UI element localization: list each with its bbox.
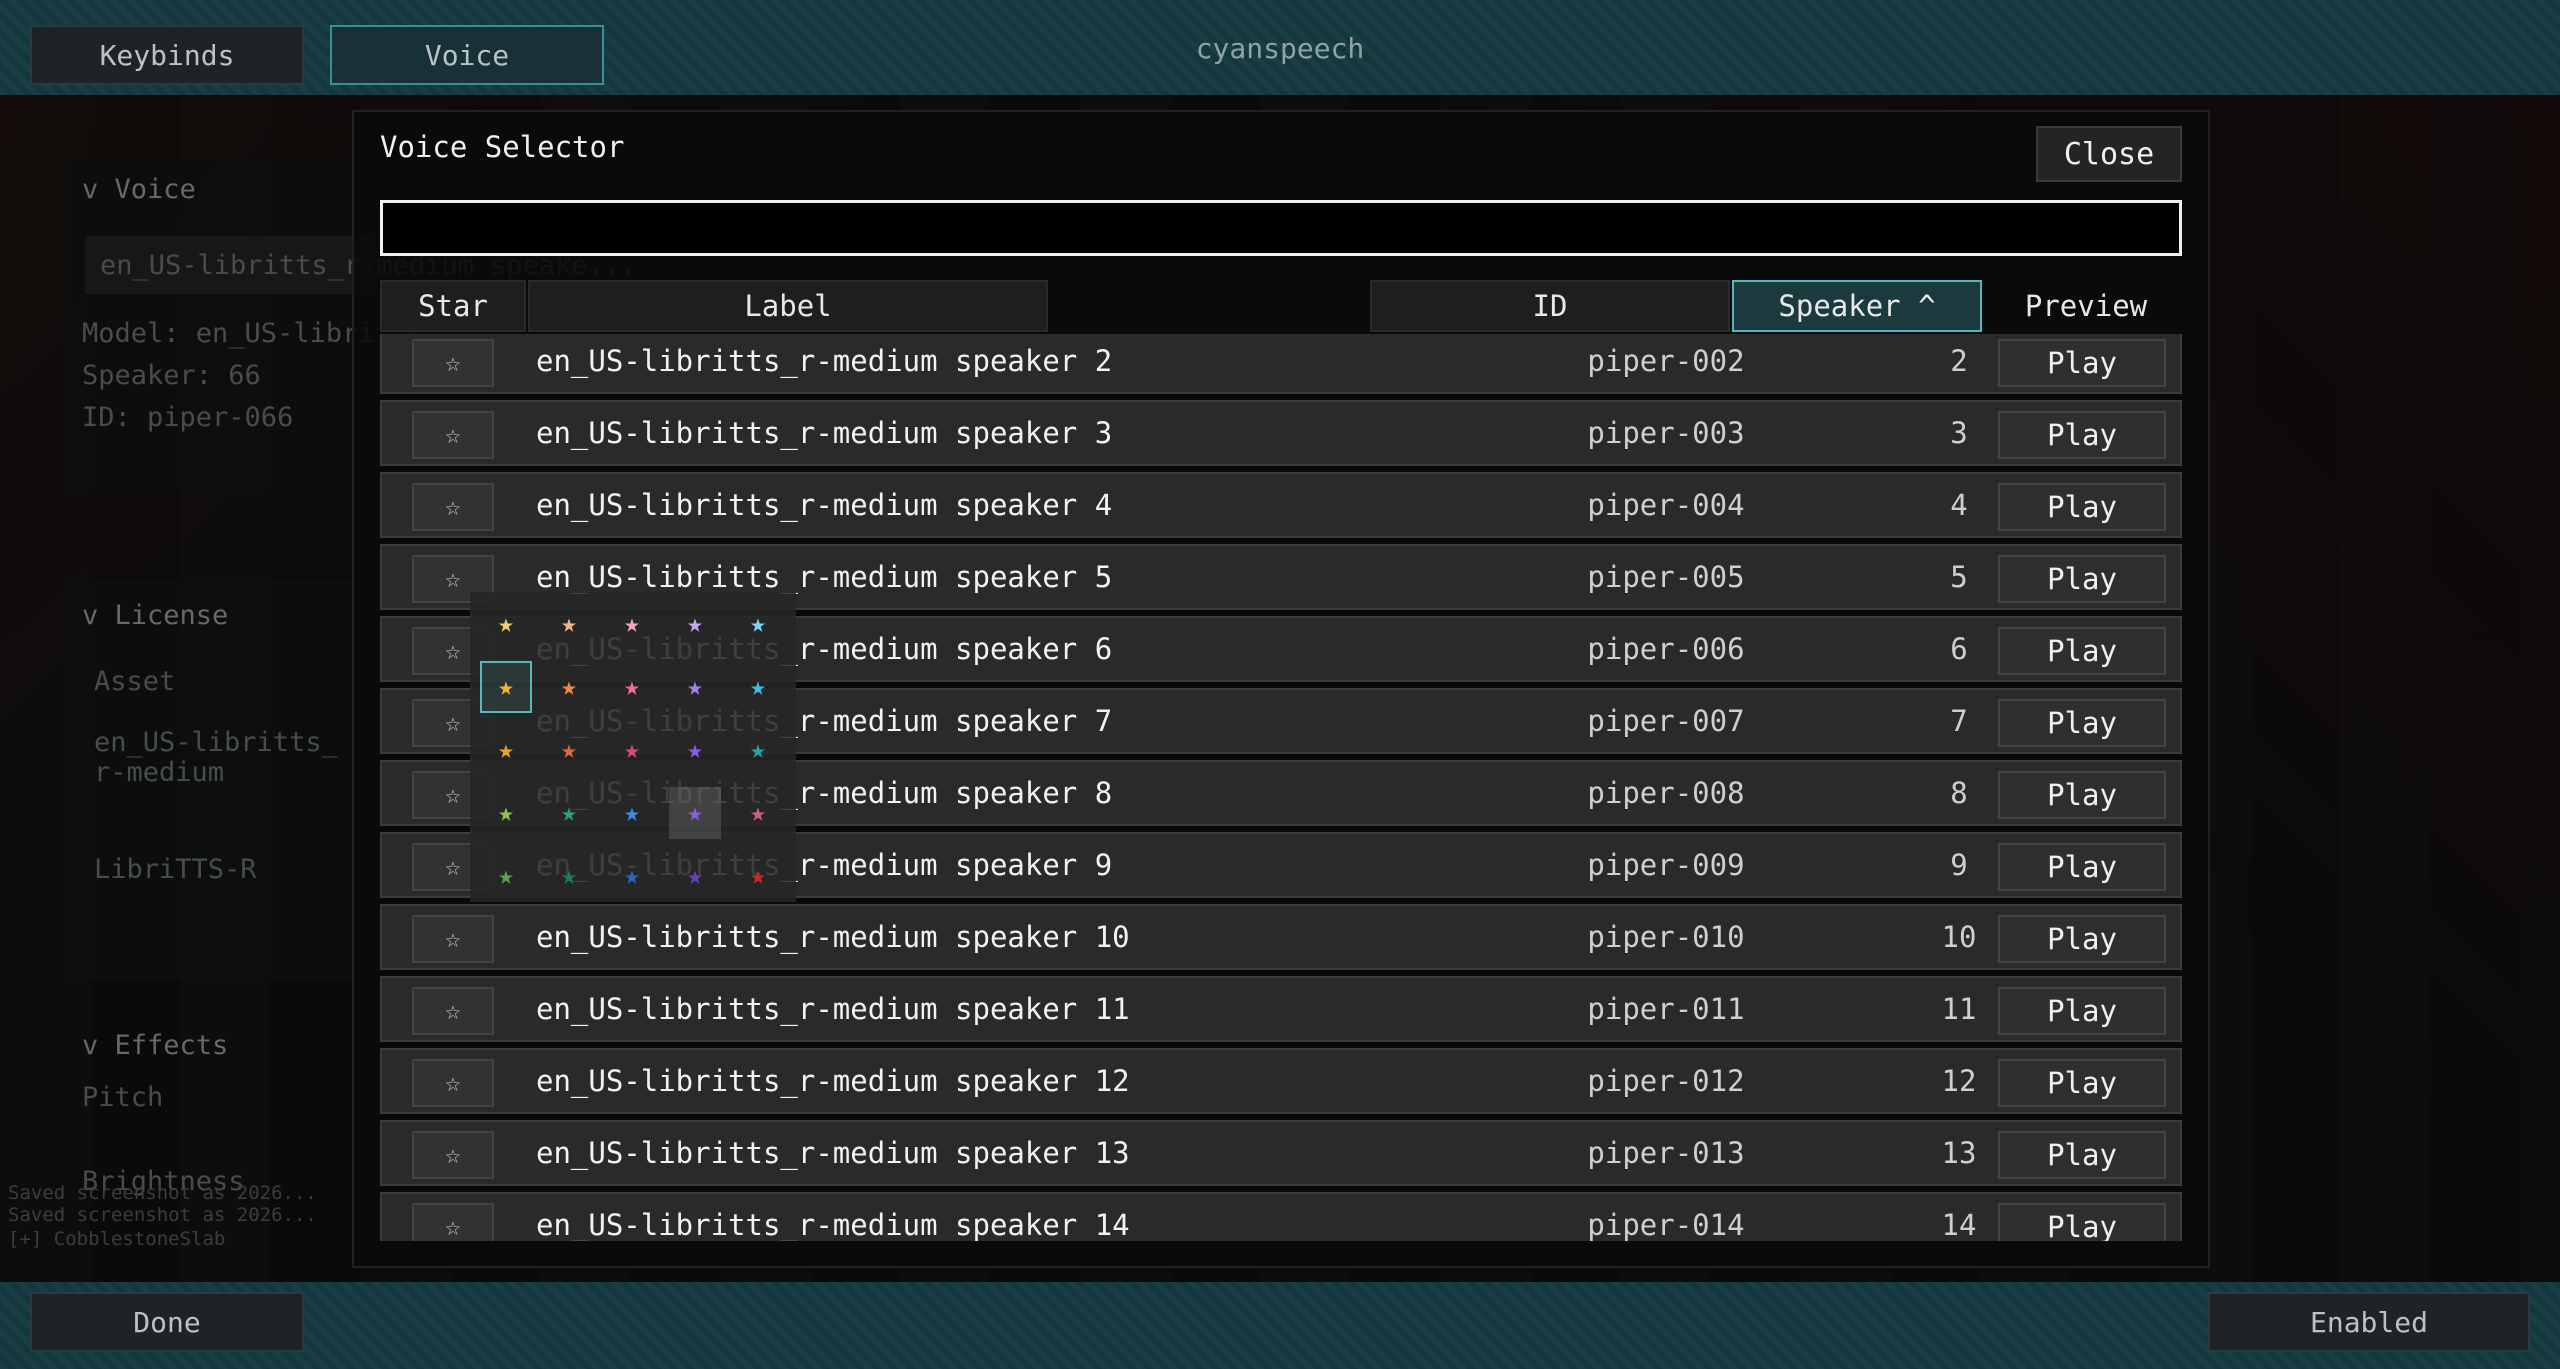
voice-id: piper-010 bbox=[1587, 920, 1745, 954]
star-color-icon[interactable]: ★ bbox=[669, 661, 721, 713]
voice-label: en_US-libritts_r-medium speaker 3 bbox=[536, 416, 1113, 450]
voice-id: piper-006 bbox=[1587, 632, 1745, 666]
voice-id: piper-004 bbox=[1587, 488, 1745, 522]
star-color-icon[interactable]: ★ bbox=[732, 661, 784, 713]
play-button[interactable]: Play bbox=[1998, 627, 2166, 675]
table-row[interactable]: ☆ en_US-libritts_r-medium speaker 14 piper… bbox=[380, 1192, 2182, 1241]
star-color-icon[interactable]: ★ bbox=[606, 850, 658, 902]
star-color-icon[interactable]: ★ bbox=[480, 787, 532, 839]
star-color-icon[interactable]: ★ bbox=[480, 850, 532, 902]
star-color-icon[interactable]: ★ bbox=[543, 661, 595, 713]
voice-id: piper-013 bbox=[1587, 1136, 1745, 1170]
star-color-icon[interactable]: ★ bbox=[732, 787, 784, 839]
voice-id: piper-011 bbox=[1587, 992, 1745, 1026]
star-icon[interactable]: ☆ bbox=[412, 1131, 494, 1179]
play-button[interactable]: Play bbox=[1998, 483, 2166, 531]
screen-title: cyanspeech bbox=[1195, 32, 1365, 65]
column-header-preview: Preview bbox=[2024, 289, 2148, 323]
table-row[interactable]: ☆ en_US-libritts_r-medium speaker 13 piper… bbox=[380, 1120, 2182, 1186]
star-color-icon[interactable]: ★ bbox=[669, 598, 721, 650]
star-color-icon[interactable]: ★ bbox=[732, 598, 784, 650]
keybinds-tab[interactable]: Keybinds bbox=[30, 25, 304, 85]
column-header-speaker[interactable]: Speaker ^ bbox=[1732, 280, 1982, 332]
voice-label: en_US-libritts_r-medium speaker 14 bbox=[536, 1208, 1130, 1241]
voice-id: piper-012 bbox=[1587, 1064, 1745, 1098]
voice-label: en_US-libritts_r-medium speaker 4 bbox=[536, 488, 1113, 522]
voice-id: piper-008 bbox=[1587, 776, 1745, 810]
column-header-star[interactable]: Star bbox=[380, 280, 526, 332]
column-header-label[interactable]: Label bbox=[528, 280, 1048, 332]
star-icon[interactable]: ☆ bbox=[412, 1203, 494, 1241]
play-button[interactable]: Play bbox=[1998, 987, 2166, 1035]
star-color-icon[interactable]: ★ bbox=[543, 787, 595, 839]
voice-id: piper-002 bbox=[1587, 344, 1745, 378]
done-button[interactable]: Done bbox=[30, 1292, 304, 1352]
play-button[interactable]: Play bbox=[1998, 771, 2166, 819]
voice-id: piper-007 bbox=[1587, 704, 1745, 738]
play-button[interactable]: Play bbox=[1998, 411, 2166, 459]
star-icon[interactable]: ☆ bbox=[412, 1059, 494, 1107]
voice-tab[interactable]: Voice bbox=[330, 25, 604, 85]
star-color-icon[interactable]: ★ bbox=[480, 661, 532, 713]
play-button[interactable]: Play bbox=[1998, 1059, 2166, 1107]
star-color-icon[interactable]: ★ bbox=[480, 724, 532, 776]
voice-id: piper-003 bbox=[1587, 416, 1745, 450]
star-color-icon[interactable]: ★ bbox=[606, 598, 658, 650]
play-button[interactable]: Play bbox=[1998, 339, 2166, 387]
modal-title: Voice Selector bbox=[380, 130, 625, 164]
star-color-icon[interactable]: ★ bbox=[543, 850, 595, 902]
close-button[interactable]: Close bbox=[2036, 126, 2182, 182]
table-row[interactable]: ☆ en_US-libritts_r-medium speaker 12 piper… bbox=[380, 1048, 2182, 1114]
star-color-icon[interactable]: ★ bbox=[606, 787, 658, 839]
play-button[interactable]: Play bbox=[1998, 843, 2166, 891]
star-color-icon[interactable]: ★ bbox=[669, 850, 721, 902]
table-row[interactable]: ☆ en_US-libritts_r-medium speaker 11 piper… bbox=[380, 976, 2182, 1042]
star-color-icon[interactable]: ★ bbox=[732, 724, 784, 776]
star-icon[interactable]: ☆ bbox=[412, 339, 494, 387]
play-button[interactable]: Play bbox=[1998, 1203, 2166, 1241]
star-icon[interactable]: ☆ bbox=[412, 411, 494, 459]
voice-id: piper-005 bbox=[1587, 560, 1745, 594]
play-button[interactable]: Play bbox=[1998, 915, 2166, 963]
voice-label: en_US-libritts_r-medium speaker 11 bbox=[536, 992, 1130, 1026]
voice-label: en_US-libritts_r-medium speaker 2 bbox=[536, 344, 1113, 378]
voice-label: en_US-libritts_r-medium speaker 10 bbox=[536, 920, 1130, 954]
star-color-icon[interactable]: ★ bbox=[669, 724, 721, 776]
star-color-icon[interactable]: ★ bbox=[606, 724, 658, 776]
voice-id: piper-009 bbox=[1587, 848, 1745, 882]
bottom-bar bbox=[0, 1282, 2560, 1369]
search-input[interactable] bbox=[380, 200, 2182, 256]
star-icon[interactable]: ☆ bbox=[412, 915, 494, 963]
star-color-picker: ★ ★ ★ ★ ★ ★ ★ ★ ★ ★ ★ ★ ★ ★ ★ ★ ★ ★ ★ ★ ★ ★ ★ ★ ★ bbox=[470, 592, 796, 902]
play-button[interactable]: Play bbox=[1998, 1131, 2166, 1179]
voice-id: piper-014 bbox=[1587, 1208, 1745, 1241]
table-row[interactable]: ☆ en_US-libritts_r-medium speaker 10 piper… bbox=[380, 904, 2182, 970]
table-row[interactable]: ☆ en_US-libritts_r-medium speaker 4 piper-… bbox=[380, 472, 2182, 538]
star-color-icon[interactable]: ★ bbox=[480, 598, 532, 650]
star-color-icon[interactable]: ★ bbox=[543, 598, 595, 650]
star-color-icon[interactable]: ★ bbox=[543, 724, 595, 776]
star-icon[interactable]: ☆ bbox=[412, 483, 494, 531]
voice-label: en_US-libritts_r-medium speaker 13 bbox=[536, 1136, 1130, 1170]
star-color-icon[interactable]: ★ bbox=[606, 661, 658, 713]
table-header: Star Label ID Speaker ^ Preview bbox=[380, 280, 2182, 332]
column-header-id[interactable]: ID bbox=[1370, 280, 1730, 332]
table-row[interactable]: ☆ en_US-libritts_r-medium speaker 3 piper-… bbox=[380, 400, 2182, 466]
table-row[interactable]: ☆ en_US-libritts_r-medium speaker 2 piper-… bbox=[380, 334, 2182, 394]
star-icon[interactable]: ☆ bbox=[412, 987, 494, 1035]
voice-label: en_US-libritts_r-medium speaker 12 bbox=[536, 1064, 1130, 1098]
play-button[interactable]: Play bbox=[1998, 555, 2166, 603]
enabled-toggle[interactable]: Enabled bbox=[2208, 1292, 2530, 1352]
play-button[interactable]: Play bbox=[1998, 699, 2166, 747]
star-color-icon[interactable]: ★ bbox=[732, 850, 784, 902]
star-color-icon[interactable]: ★ bbox=[669, 787, 721, 839]
